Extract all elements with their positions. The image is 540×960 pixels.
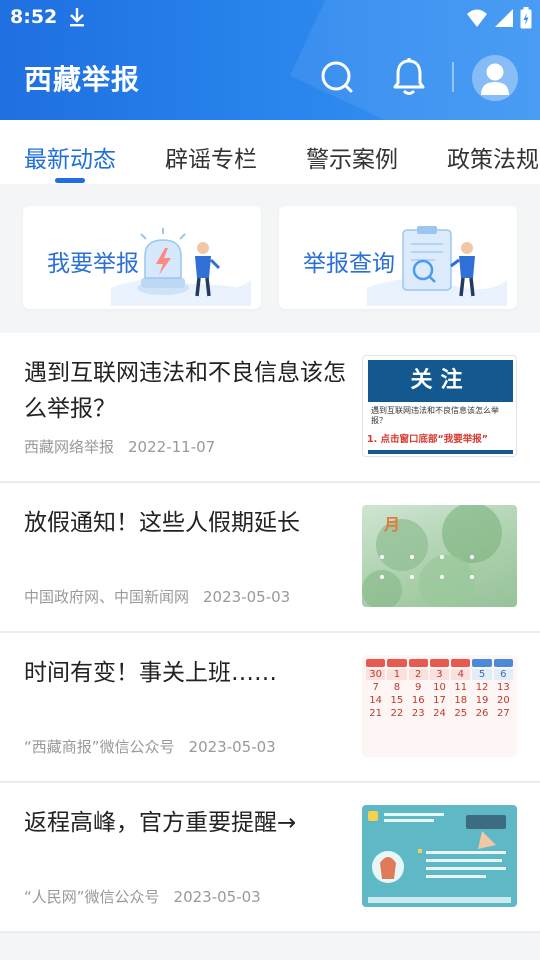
calendar-day: 14 — [369, 695, 382, 706]
status-bar: 8:52 — [0, 0, 540, 36]
news-meta: “人民网”微信公众号 2023-05-03 — [24, 886, 261, 907]
alarm-siren-illustration — [111, 228, 251, 306]
calendar-day: 25 — [454, 708, 468, 719]
news-source: “西藏商报”微信公众号 — [24, 738, 175, 756]
news-meta: “西藏商报”微信公众号 2023-05-03 — [24, 736, 276, 757]
news-item[interactable]: 遇到互联网违法和不良信息该怎么举报？ 西藏网络举报 2022-11-07 关注 遇… — [0, 333, 540, 483]
news-title: 放假通知！这些人假期延长 — [24, 510, 300, 536]
calendar-day: 4 — [451, 669, 471, 680]
calendar-day: 24 — [433, 708, 446, 719]
news-title: 遇到互联网违法和不良信息该怎么举报？ — [24, 360, 346, 422]
bell-icon — [393, 58, 425, 95]
calendar-header-cell — [387, 659, 407, 667]
news-date: 2022-11-07 — [128, 438, 216, 456]
thumb-line: 1. 点击窗口底部“我要举报” — [367, 434, 489, 445]
calendar-day: 18 — [454, 695, 468, 706]
calendar-header-cell — [472, 659, 492, 667]
calendar-header-cell — [408, 659, 428, 667]
calendar-day: 5 — [472, 669, 492, 680]
calendar-header-cell — [366, 659, 386, 667]
clipboard-search-illustration — [367, 226, 507, 306]
news-meta: 中国政府网、中国新闻网 2023-05-03 — [24, 586, 290, 607]
calendar-header-cell — [493, 659, 513, 667]
calendar-day: 21 — [369, 708, 382, 719]
news-item[interactable]: 时间有变！事关上班…… “西藏商报”微信公众号 2023-05-03 30 1 2… — [0, 633, 540, 783]
calendar-day: 26 — [475, 708, 489, 719]
news-title: 返程高峰，官方重要提醒→ — [24, 810, 297, 836]
calendar-day: 16 — [411, 695, 425, 706]
calendar-day: 9 — [415, 682, 422, 693]
news-meta: 西藏网络举报 2022-11-07 — [24, 436, 215, 457]
status-icons — [466, 7, 532, 29]
profile-avatar-button[interactable] — [472, 55, 518, 101]
calendar-day: 8 — [393, 682, 401, 693]
active-tab-indicator — [55, 178, 85, 183]
calendar-day: 1 — [387, 669, 407, 680]
news-source: 中国政府网、中国新闻网 — [24, 588, 190, 606]
calendar-day: 22 — [390, 708, 404, 719]
tab-policy-law[interactable]: 政策法规 — [447, 140, 539, 174]
news-thumbnail: 30 1 2 3 4 5 6 7 8 9 10 11 12 13 14 15 1… — [362, 655, 517, 757]
header-divider — [452, 62, 454, 92]
category-tabs: 最新动态 辟谣专栏 警示案例 政策法规 — [0, 120, 540, 184]
calendar-day: 20 — [496, 695, 510, 706]
news-list: 遇到互联网违法和不良信息该怎么举报？ 西藏网络举报 2022-11-07 关注 遇… — [0, 333, 540, 933]
signal-icon — [495, 9, 513, 27]
news-thumbnail: 关注 遇到互联网违法和不良信息该怎么举报？ 1. 点击窗口底部“我要举报” — [362, 355, 517, 457]
wifi-icon — [467, 9, 487, 27]
thumb-heading: 月 — [384, 515, 401, 534]
calendar-day: 7 — [372, 682, 379, 693]
calendar-day: 17 — [433, 695, 446, 706]
news-source: 西藏网络举报 — [24, 438, 115, 456]
calendar-day: 13 — [496, 682, 510, 693]
app-header: 8:52 西藏举报 — [0, 0, 540, 120]
download-icon — [68, 6, 86, 32]
news-item[interactable]: 放假通知！这些人假期延长 中国政府网、中国新闻网 2023-05-03 月 — [0, 483, 540, 633]
news-source: “人民网”微信公众号 — [24, 888, 160, 906]
calendar-day: 15 — [390, 695, 404, 706]
news-date: 2023-05-03 — [203, 588, 291, 606]
app-title: 西藏举报 — [24, 63, 141, 96]
news-date: 2023-05-03 — [188, 738, 276, 756]
status-time: 8:52 — [10, 6, 58, 28]
report-card[interactable]: 我要举报 — [23, 206, 261, 309]
thumb-line: 遇到互联网违法和不良信息该怎么举报？ — [371, 406, 499, 425]
calendar-day: 10 — [433, 682, 446, 693]
calendar-day: 3 — [429, 669, 450, 680]
calendar-day: 30 — [366, 669, 386, 680]
news-thumbnail — [362, 805, 517, 907]
news-title: 时间有变！事关上班…… — [24, 660, 277, 686]
calendar-header-cell — [451, 659, 471, 667]
thumb-bar — [368, 450, 513, 454]
calendar-day: 11 — [454, 682, 468, 693]
calendar-day: 12 — [475, 682, 489, 693]
calendar-header-cell — [429, 659, 450, 667]
calendar-day: 27 — [496, 708, 510, 719]
calendar-grid: 30 1 2 3 4 5 6 7 8 9 10 11 12 13 14 15 1… — [362, 655, 517, 719]
tab-latest-news[interactable]: 最新动态 — [24, 140, 116, 174]
news-thumbnail: 月 — [362, 505, 517, 607]
news-date: 2023-05-03 — [173, 888, 261, 906]
battery-icon — [520, 7, 532, 29]
calendar-day: 23 — [411, 708, 425, 719]
calendar-day: 19 — [475, 695, 489, 706]
search-icon — [321, 61, 353, 93]
news-item[interactable]: 返程高峰，官方重要提醒→ “人民网”微信公众号 2023-05-03 — [0, 783, 540, 933]
search-button[interactable] — [316, 56, 358, 98]
report-query-card[interactable]: 举报查询 — [279, 206, 517, 309]
tab-rumor-refute[interactable]: 辟谣专栏 — [165, 140, 257, 174]
travel-safety-illustration — [368, 811, 511, 903]
notification-button[interactable] — [388, 56, 430, 98]
tab-warning-cases[interactable]: 警示案例 — [306, 140, 398, 174]
thumb-heading: 关注 — [368, 360, 513, 402]
calendar-day: 6 — [493, 669, 513, 680]
calendar-day: 2 — [408, 669, 428, 680]
user-icon — [481, 63, 509, 95]
